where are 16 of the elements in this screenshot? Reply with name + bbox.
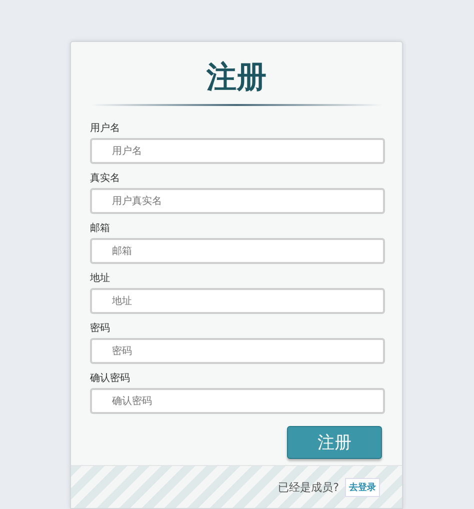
register-button[interactable]: 注册 (287, 426, 382, 459)
input-field[interactable]: 确认密码 (90, 388, 385, 414)
input-field[interactable]: 密码 (90, 338, 385, 364)
field-label: 密码 (90, 322, 110, 335)
field-label: 地址 (90, 272, 110, 285)
input-field[interactable]: 用户名 (90, 138, 385, 164)
form-title: 注册 (206, 59, 266, 97)
field-label: 用户名 (90, 122, 120, 135)
input-field[interactable]: 地址 (90, 288, 385, 314)
field-label: 邮箱 (90, 222, 110, 235)
member-prompt: 已经是成员? (278, 480, 339, 494)
field-label: 真实名 (90, 172, 120, 185)
input-field[interactable]: 用户真实名 (90, 188, 385, 214)
login-link[interactable]: 去登录 (345, 478, 380, 496)
field-label: 确认密码 (90, 372, 130, 385)
input-field[interactable]: 邮箱 (90, 238, 385, 264)
